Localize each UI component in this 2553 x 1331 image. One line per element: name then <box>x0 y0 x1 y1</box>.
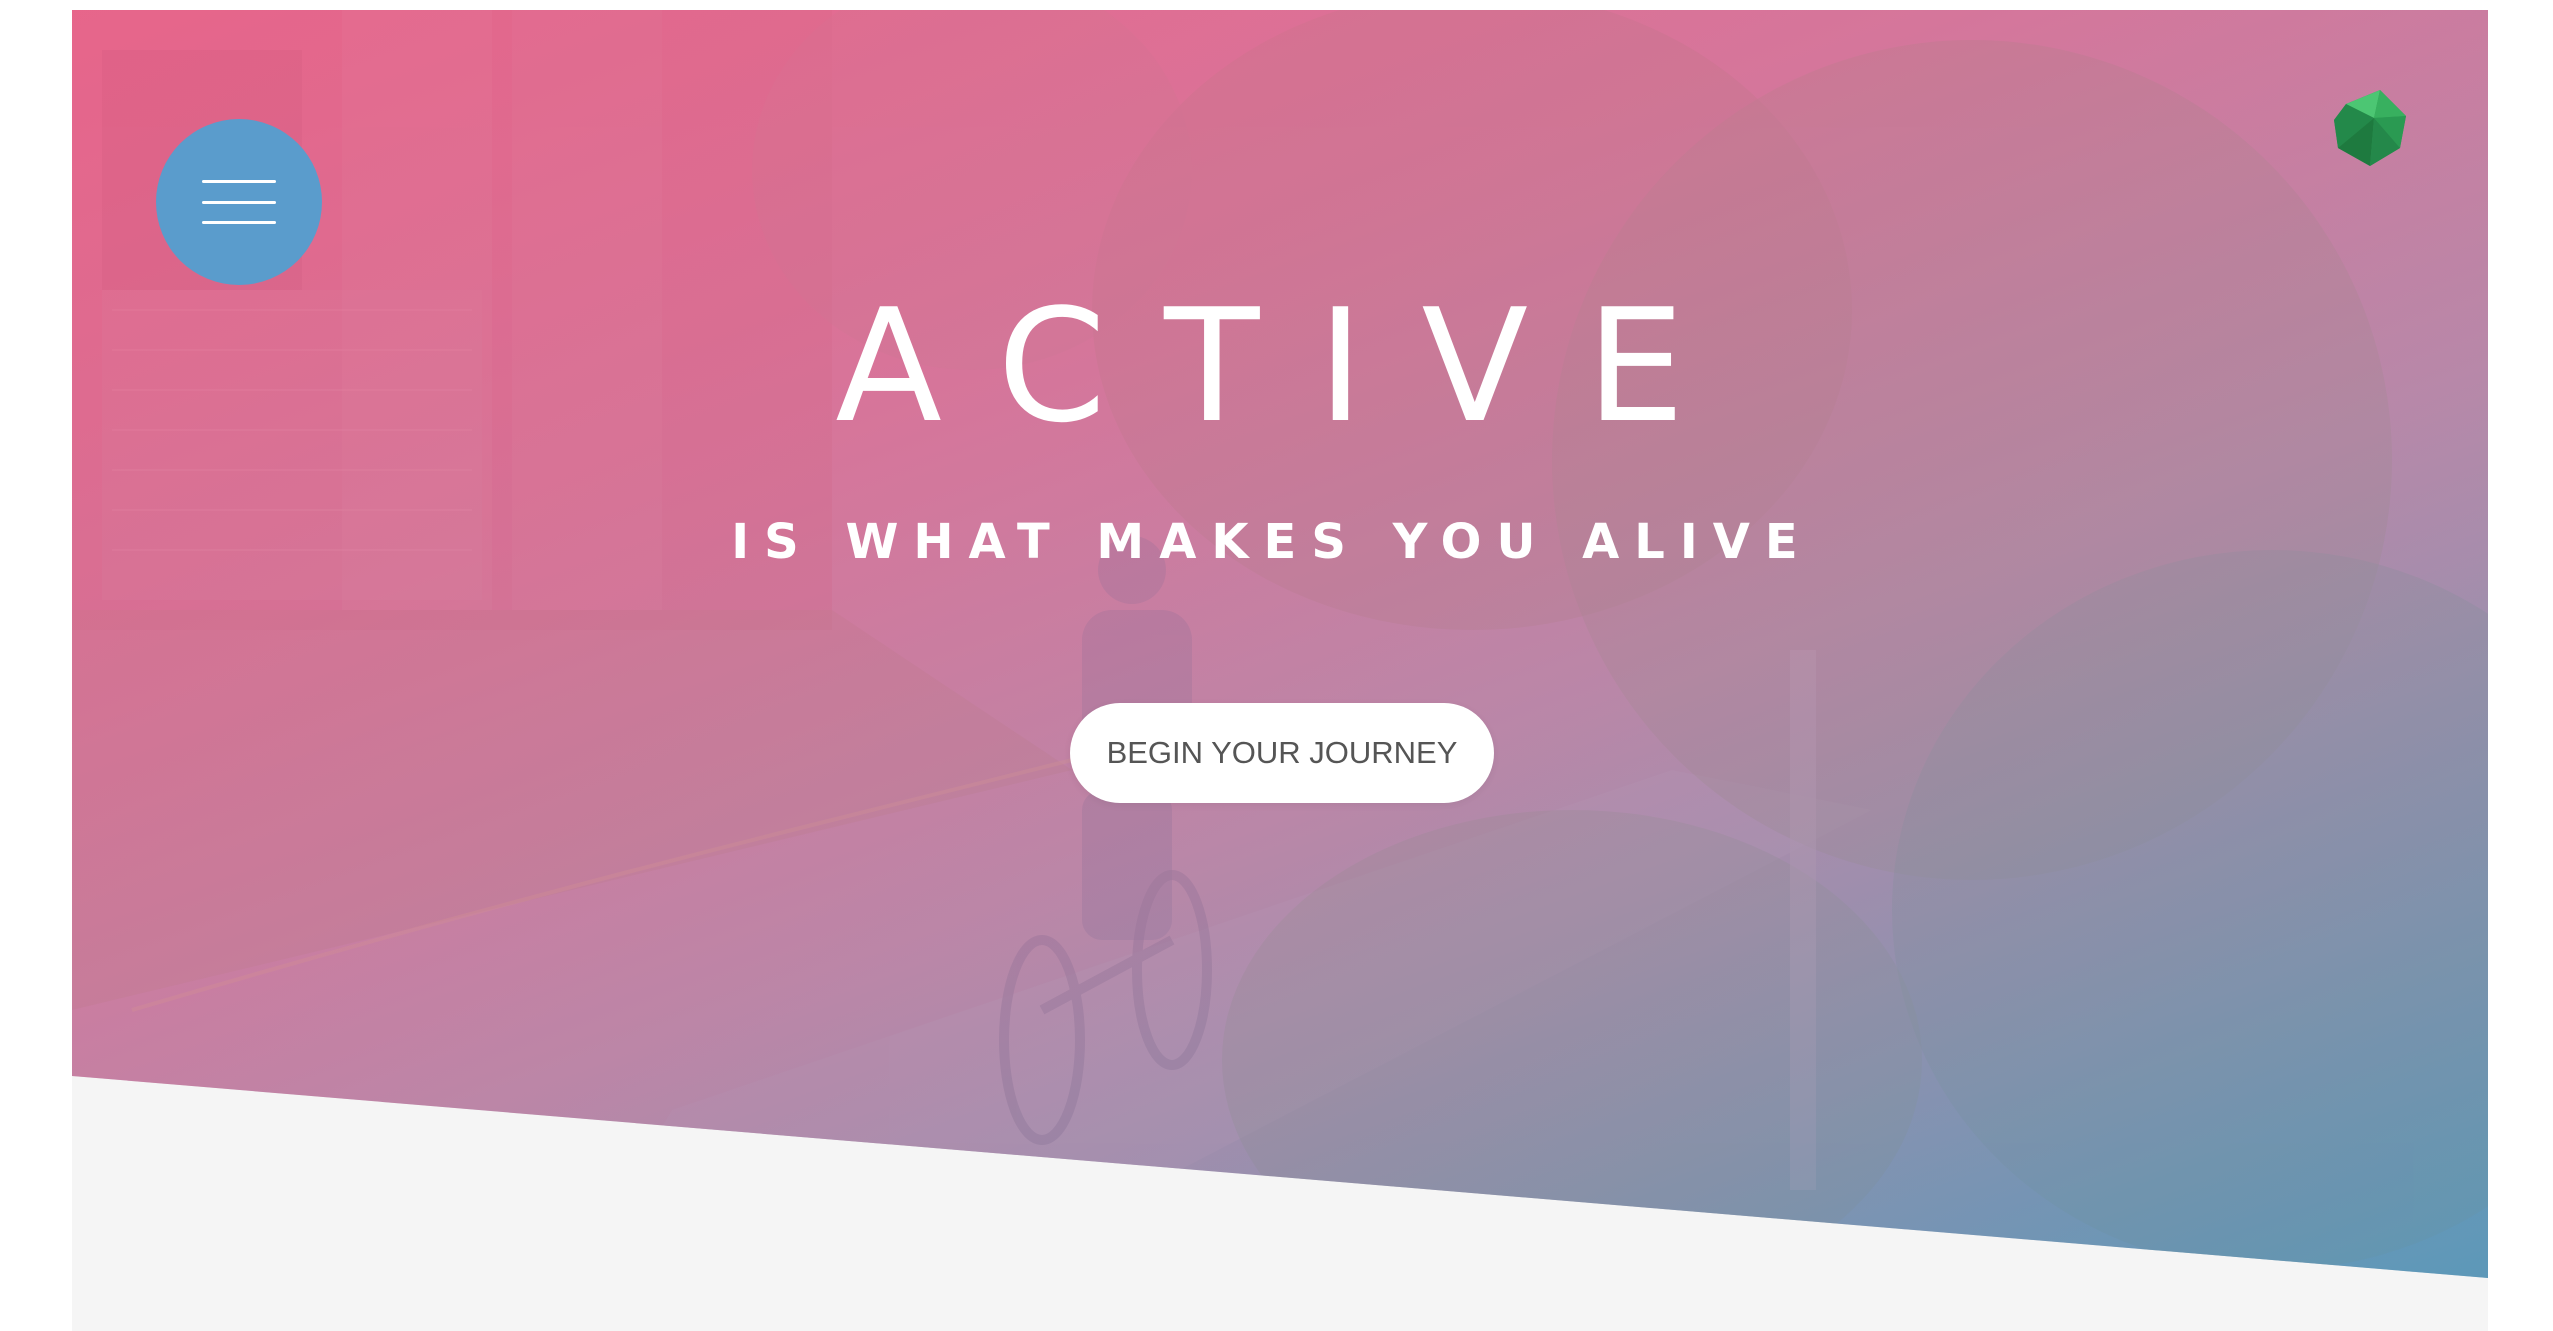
green-gem-icon[interactable] <box>2334 90 2406 166</box>
hero-tagline: IS WHAT MAKES YOU ALIVE <box>731 514 1813 570</box>
hero-section: ACTIVE IS WHAT MAKES YOU ALIVE BEGIN YOU… <box>72 10 2488 1278</box>
menu-button[interactable] <box>156 119 322 285</box>
hamburger-menu-icon <box>202 180 276 224</box>
begin-journey-button[interactable]: BEGIN YOUR JOURNEY <box>1070 703 1494 803</box>
landing-page: ACTIVE IS WHAT MAKES YOU ALIVE BEGIN YOU… <box>72 10 2488 1331</box>
hero-gradient-overlay <box>72 10 2488 1278</box>
hero-headline: ACTIVE <box>835 275 1743 457</box>
